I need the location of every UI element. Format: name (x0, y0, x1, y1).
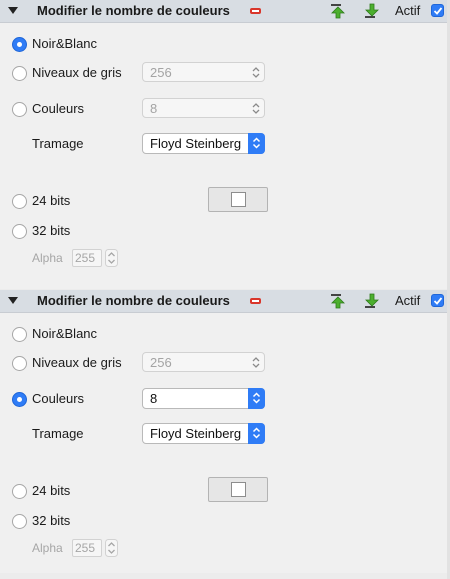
alpha-label: Alpha (32, 541, 63, 555)
remove-icon[interactable] (250, 298, 261, 304)
disclosure-triangle-icon[interactable] (8, 7, 18, 14)
color-swatch (231, 192, 246, 207)
tramage-label: Tramage (32, 426, 84, 441)
tramage-select[interactable]: Floyd Steinberg (142, 423, 265, 444)
radio-noir-blanc-label: Noir&Blanc (32, 36, 98, 51)
alpha-input[interactable]: 255 (72, 539, 102, 557)
radio-niveaux-gris-label: Niveaux de gris (32, 65, 122, 80)
radio-32-bits[interactable] (12, 224, 27, 239)
actif-checkbox[interactable] (431, 294, 444, 307)
radio-niveaux-gris[interactable] (12, 356, 27, 371)
couleurs-stepper[interactable]: 8 (142, 388, 265, 409)
color-well[interactable] (208, 187, 268, 212)
panel-header: Modifier le nombre de couleurs Actif (0, 290, 450, 313)
alpha-input[interactable]: 255 (72, 249, 102, 267)
radio-noir-blanc[interactable] (12, 327, 27, 342)
move-down-icon[interactable] (364, 3, 380, 19)
color-swatch (231, 482, 246, 497)
niveaux-gris-stepper[interactable]: 256 (142, 352, 265, 372)
tramage-value: Floyd Steinberg (150, 136, 242, 151)
radio-noir-blanc[interactable] (12, 37, 27, 52)
alpha-label: Alpha (32, 251, 63, 265)
couleurs-value: 8 (150, 101, 158, 116)
select-arrows-icon (248, 423, 265, 444)
alpha-value: 255 (75, 251, 96, 265)
remove-icon[interactable] (250, 8, 261, 14)
stepper-arrows-icon (248, 388, 265, 409)
panel-body: Noir&Blanc Niveaux de gris 256 Couleurs … (0, 23, 447, 289)
radio-32-bits-label: 32 bits (32, 223, 71, 238)
alpha-value: 255 (75, 541, 96, 555)
radio-niveaux-gris[interactable] (12, 66, 27, 81)
stepper-arrows-icon (252, 66, 260, 79)
radio-niveaux-gris-label: Niveaux de gris (32, 355, 122, 370)
radio-couleurs[interactable] (12, 102, 27, 117)
panel-header: Modifier le nombre de couleurs Actif (0, 0, 450, 23)
radio-couleurs-label: Couleurs (32, 391, 85, 406)
disclosure-triangle-icon[interactable] (8, 297, 18, 304)
actif-checkbox[interactable] (431, 4, 444, 17)
radio-couleurs[interactable] (12, 392, 27, 407)
couleurs-value: 8 (150, 391, 158, 406)
radio-32-bits-label: 32 bits (32, 513, 71, 528)
radio-24-bits-label: 24 bits (32, 483, 71, 498)
couleurs-stepper[interactable]: 8 (142, 98, 265, 118)
niveaux-gris-value: 256 (150, 355, 172, 370)
stepper-arrows-icon (252, 102, 260, 115)
alpha-stepper-icon[interactable] (105, 539, 118, 557)
move-down-icon[interactable] (364, 293, 380, 309)
radio-noir-blanc-label: Noir&Blanc (32, 326, 98, 341)
radio-couleurs-label: Couleurs (32, 101, 85, 116)
tramage-select[interactable]: Floyd Steinberg (142, 133, 265, 154)
radio-24-bits-label: 24 bits (32, 193, 71, 208)
actif-label: Actif (395, 293, 421, 308)
move-up-icon[interactable] (330, 3, 346, 19)
panel-title: Modifier le nombre de couleurs (37, 293, 230, 308)
alpha-stepper-icon[interactable] (105, 249, 118, 267)
tramage-value: Floyd Steinberg (150, 426, 242, 441)
select-arrows-icon (248, 133, 265, 154)
radio-24-bits[interactable] (12, 194, 27, 209)
panel-title: Modifier le nombre de couleurs (37, 3, 230, 18)
niveaux-gris-stepper[interactable]: 256 (142, 62, 265, 82)
color-well[interactable] (208, 477, 268, 502)
actif-label: Actif (395, 3, 421, 18)
move-up-icon[interactable] (330, 293, 346, 309)
radio-24-bits[interactable] (12, 484, 27, 499)
radio-32-bits[interactable] (12, 514, 27, 529)
stepper-arrows-icon (252, 356, 260, 369)
niveaux-gris-value: 256 (150, 65, 172, 80)
panel-body: Noir&Blanc Niveaux de gris 256 Couleurs … (0, 313, 447, 573)
tramage-label: Tramage (32, 136, 84, 151)
